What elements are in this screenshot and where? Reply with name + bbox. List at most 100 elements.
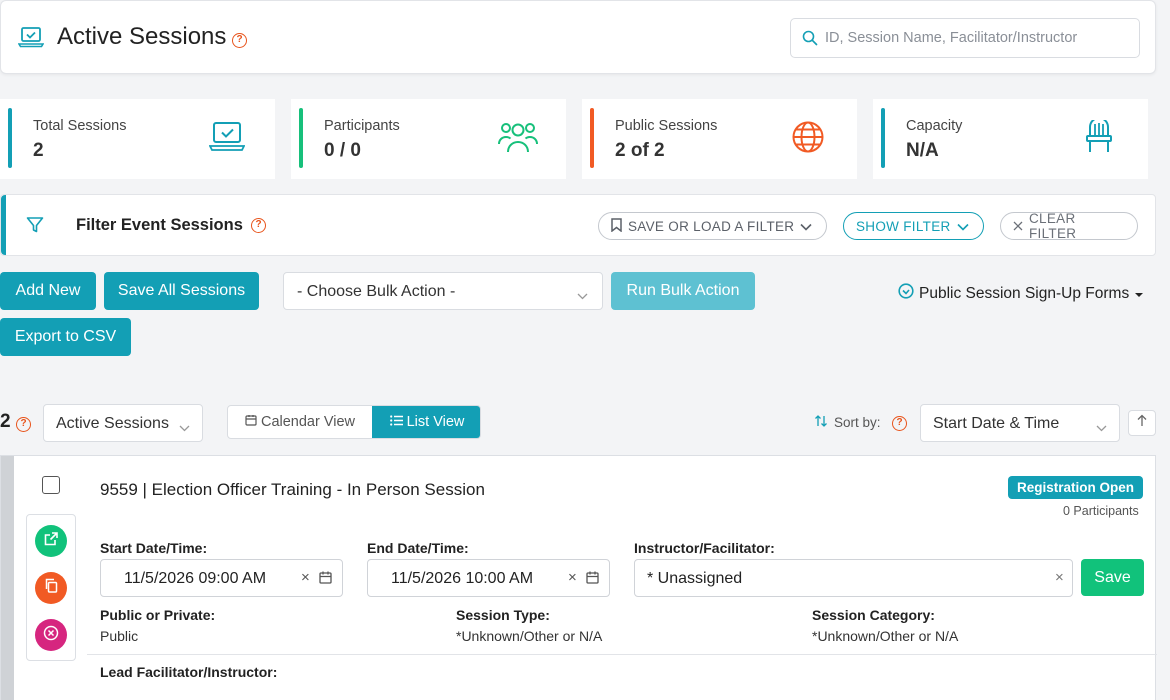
- session-category-value: *Unknown/Other or N/A: [812, 628, 959, 644]
- stat-value: 2: [33, 140, 44, 161]
- end-date-label: End Date/Time:: [367, 540, 469, 556]
- chevron-down-icon: [956, 219, 969, 234]
- start-date-input[interactable]: 11/5/2026 09:00 AM ×: [100, 559, 343, 597]
- session-title[interactable]: 9559 | Election Officer Training - In Pe…: [100, 480, 485, 500]
- stat-capacity: Capacity N/A: [873, 99, 1148, 179]
- session-category-label: Session Category:: [812, 607, 935, 623]
- close-icon: [1013, 219, 1023, 234]
- chevron-down-icon: [1096, 419, 1107, 437]
- help-icon[interactable]: ?: [892, 416, 907, 431]
- instructor-select[interactable]: * Unassigned ×: [634, 559, 1073, 597]
- export-csv-button[interactable]: Export to CSV: [0, 318, 131, 356]
- arrow-up-icon: [1137, 414, 1147, 432]
- show-filter-label: SHOW FILTER: [856, 218, 951, 234]
- end-date-value: 11/5/2026 10:00 AM: [391, 570, 534, 587]
- globe-icon: [791, 120, 825, 159]
- save-load-filter-label: SAVE OR LOAD A FILTER: [628, 218, 795, 234]
- laptop-icon: [17, 26, 45, 53]
- public-private-label: Public or Private:: [100, 607, 216, 623]
- laptop-icon: [208, 120, 246, 157]
- cancel-circle-icon: [43, 625, 59, 646]
- session-card: 9559 | Election Officer Training - In Pe…: [0, 455, 1157, 700]
- filter-bar: Filter Event Sessions ? SAVE OR LOAD A F…: [0, 194, 1156, 256]
- chevron-down-icon: [577, 287, 588, 305]
- check-circle-icon: [898, 283, 914, 304]
- save-load-filter-button[interactable]: SAVE OR LOAD A FILTER: [598, 212, 827, 240]
- calendar-view-button[interactable]: Calendar View: [228, 406, 372, 438]
- stat-total-sessions: Total Sessions 2: [0, 99, 275, 179]
- help-icon[interactable]: ?: [16, 417, 31, 432]
- save-all-sessions-button[interactable]: Save All Sessions: [104, 272, 259, 310]
- clear-icon[interactable]: ×: [1055, 569, 1064, 586]
- calendar-icon[interactable]: [319, 571, 332, 589]
- stat-value: 2 of 2: [615, 140, 665, 161]
- bulk-action-value: - Choose Bulk Action -: [297, 283, 456, 300]
- calendar-icon[interactable]: [586, 571, 599, 589]
- stat-value: 0 / 0: [324, 140, 361, 161]
- clear-filter-button[interactable]: CLEAR FILTER: [1000, 211, 1138, 241]
- start-date-label: Start Date/Time:: [100, 540, 208, 556]
- copy-icon: [44, 578, 58, 598]
- stat-public-sessions: Public Sessions 2 of 2: [582, 99, 857, 179]
- session-type-value: *Unknown/Other or N/A: [456, 628, 603, 644]
- sort-by-label: Sort by:: [834, 415, 881, 430]
- session-actions: [26, 514, 76, 661]
- participants-count: 0 Participants: [1063, 504, 1139, 518]
- stat-participants: Participants 0 / 0: [291, 99, 566, 179]
- view-toggle: Calendar View List View: [227, 405, 481, 439]
- session-checkbox[interactable]: [42, 476, 60, 494]
- search-icon: [802, 30, 818, 51]
- session-count: 2: [0, 411, 11, 432]
- stat-label: Participants: [324, 118, 400, 134]
- page-header: Active Sessions ?: [0, 0, 1156, 74]
- list-view-button[interactable]: List View: [372, 406, 480, 438]
- filter-icon[interactable]: [26, 216, 44, 239]
- lead-facilitator-label: Lead Facilitator/Instructor:: [100, 664, 278, 680]
- open-session-button[interactable]: [35, 525, 67, 557]
- bookmark-icon: [611, 217, 622, 235]
- instructor-value: * Unassigned: [647, 570, 743, 587]
- caret-down-icon: [1134, 285, 1144, 303]
- stat-value: N/A: [906, 140, 939, 161]
- status-select[interactable]: Active Sessions: [43, 404, 203, 442]
- chevron-down-icon: [179, 419, 190, 437]
- instructor-label: Instructor/Facilitator:: [634, 540, 775, 556]
- stat-label: Total Sessions: [33, 118, 127, 134]
- run-bulk-action-button[interactable]: Run Bulk Action: [611, 272, 755, 310]
- list-icon: [389, 414, 403, 430]
- page-title: Active Sessions: [57, 23, 227, 50]
- delete-session-button[interactable]: [35, 619, 67, 651]
- status-value: Active Sessions: [56, 415, 169, 432]
- users-icon: [498, 120, 538, 159]
- sort-arrows-icon: [814, 414, 828, 431]
- search-input[interactable]: [825, 20, 1125, 56]
- clear-icon[interactable]: ×: [301, 569, 310, 586]
- public-signup-forms-dropdown[interactable]: Public Session Sign-Up Forms: [898, 283, 1144, 304]
- calendar-view-label: Calendar View: [260, 414, 356, 430]
- stat-label: Public Sessions: [615, 118, 718, 134]
- chevron-down-icon: [800, 219, 812, 234]
- clear-icon[interactable]: ×: [568, 569, 577, 586]
- registration-status-badge: Registration Open: [1008, 476, 1143, 499]
- session-type-label: Session Type:: [456, 607, 550, 623]
- calendar-icon: [245, 414, 257, 430]
- sort-direction-button[interactable]: [1128, 410, 1156, 436]
- external-link-icon: [44, 531, 58, 551]
- start-date-value: 11/5/2026 09:00 AM: [124, 570, 267, 587]
- help-icon[interactable]: ?: [232, 33, 247, 48]
- end-date-input[interactable]: 11/5/2026 10:00 AM ×: [367, 559, 610, 597]
- sort-label: Sort by:: [814, 414, 881, 431]
- copy-session-button[interactable]: [35, 572, 67, 604]
- list-view-label: List View: [406, 414, 465, 430]
- filter-title: Filter Event Sessions: [76, 216, 243, 234]
- save-session-button[interactable]: Save: [1081, 559, 1144, 596]
- add-new-button[interactable]: Add New: [0, 272, 96, 310]
- search-box[interactable]: [790, 18, 1140, 58]
- show-filter-button[interactable]: SHOW FILTER: [843, 212, 984, 240]
- sort-value: Start Date & Time: [933, 415, 1060, 432]
- stat-label: Capacity: [906, 118, 963, 134]
- sort-select[interactable]: Start Date & Time: [920, 404, 1120, 442]
- bulk-action-select[interactable]: - Choose Bulk Action -: [283, 272, 603, 310]
- chair-icon: [1084, 117, 1114, 159]
- help-icon[interactable]: ?: [251, 218, 266, 233]
